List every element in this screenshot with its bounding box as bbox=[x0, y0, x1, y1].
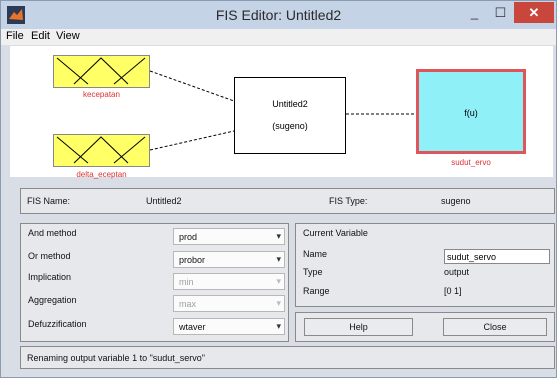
fis-editor-window: FIS Editor: Untitled2 _ ☐ ✕ File Edit Vi… bbox=[0, 0, 557, 378]
input-delta-label: delta_eceptan bbox=[76, 170, 127, 179]
menu-bar: File Edit View bbox=[1, 29, 556, 45]
output-label: sudut_ervo bbox=[451, 158, 491, 167]
status-bar: Renaming output variable 1 to "sudut_ser… bbox=[20, 346, 555, 369]
fis-type-label: FIS Type: bbox=[329, 196, 368, 206]
or-method-label: Or method bbox=[28, 251, 71, 261]
variable-name-label: Name bbox=[303, 249, 328, 259]
aggregation-label: Aggregation bbox=[28, 295, 77, 305]
button-panel: Help Close bbox=[295, 312, 555, 342]
defuzzification-label: Defuzzification bbox=[28, 319, 87, 329]
close-button[interactable]: Close bbox=[443, 318, 547, 336]
variable-range-value: [0 1] bbox=[444, 286, 462, 296]
current-variable-header: Current Variable bbox=[303, 228, 368, 238]
input-delta-block[interactable] bbox=[53, 134, 150, 167]
variable-type-value: output bbox=[444, 267, 470, 277]
input-kecepatan-block[interactable] bbox=[53, 55, 150, 88]
variable-type-label: Type bbox=[303, 267, 323, 277]
output-function: f(u) bbox=[464, 108, 478, 118]
variable-name-input[interactable]: sudut_servo bbox=[444, 249, 550, 264]
maximize-button[interactable]: ☐ bbox=[488, 2, 513, 23]
or-method-select[interactable]: probor ▾ bbox=[173, 251, 285, 268]
chevron-down-icon: ▾ bbox=[276, 254, 281, 264]
variable-range-label: Range bbox=[303, 286, 330, 296]
membership-functions-icon bbox=[56, 136, 146, 164]
close-window-button[interactable]: ✕ bbox=[514, 2, 554, 23]
chevron-down-icon: ▾ bbox=[276, 321, 281, 331]
menu-file[interactable]: File bbox=[6, 30, 24, 42]
fis-name-label: FIS Name: bbox=[27, 196, 71, 206]
help-button[interactable]: Help bbox=[304, 318, 413, 336]
menu-view[interactable]: View bbox=[56, 30, 80, 42]
status-message: Renaming output variable 1 to "sudut_ser… bbox=[27, 353, 205, 363]
input-kecepatan-label: kecepatan bbox=[83, 90, 120, 99]
output-block[interactable]: f(u) bbox=[416, 69, 526, 154]
implication-select[interactable]: min ▾ bbox=[173, 273, 285, 290]
aggregation-select[interactable]: max ▾ bbox=[173, 295, 285, 312]
minimize-button[interactable]: _ bbox=[462, 2, 487, 23]
chevron-down-icon: ▾ bbox=[276, 298, 281, 308]
current-variable-panel: Current Variable Name sudut_servo Type o… bbox=[295, 223, 555, 307]
membership-functions-icon bbox=[56, 57, 146, 85]
menu-edit[interactable]: Edit bbox=[31, 30, 50, 42]
fis-type-value: sugeno bbox=[441, 196, 471, 206]
system-name: Untitled2 bbox=[272, 99, 308, 109]
defuzzification-select[interactable]: wtaver ▾ bbox=[173, 318, 285, 335]
chevron-down-icon: ▾ bbox=[276, 231, 281, 241]
and-method-select[interactable]: prod ▾ bbox=[173, 228, 285, 245]
fis-diagram: kecepatan delta_eceptan Untitled2 (sugen… bbox=[10, 46, 553, 179]
fis-name-value: Untitled2 bbox=[146, 196, 182, 206]
title-bar: FIS Editor: Untitled2 _ ☐ ✕ bbox=[1, 1, 556, 29]
chevron-down-icon: ▾ bbox=[276, 276, 281, 286]
and-method-label: And method bbox=[28, 228, 77, 238]
implication-label: Implication bbox=[28, 272, 72, 282]
methods-panel: And method prod ▾ Or method probor ▾ Imp… bbox=[20, 223, 289, 342]
system-type: (sugeno) bbox=[272, 121, 308, 131]
fis-info-panel: FIS Name: Untitled2 FIS Type: sugeno bbox=[20, 188, 555, 214]
fis-system-block[interactable]: Untitled2 (sugeno) bbox=[234, 77, 346, 154]
